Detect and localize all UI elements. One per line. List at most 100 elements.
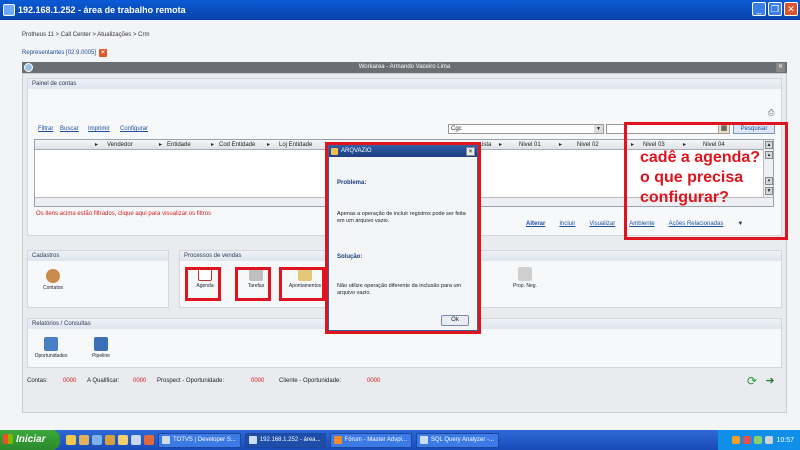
- start-label: Iniciar: [16, 434, 46, 445]
- taskbar-item[interactable]: Fórum - Master Advpl...: [329, 432, 412, 448]
- quick-launch-icon[interactable]: [92, 435, 102, 445]
- column-header[interactable]: ▸: [559, 140, 562, 150]
- contas-label: Contas:: [27, 378, 48, 384]
- qualificar-label: A Qualificar:: [87, 378, 120, 384]
- quick-launch: [66, 435, 154, 445]
- quick-launch-icon[interactable]: [105, 435, 115, 445]
- column-header[interactable]: Loj Entidade: [279, 140, 312, 150]
- annotation-text: cadê a agenda? o que precisa configurar?: [640, 148, 788, 208]
- include-link[interactable]: Incluir: [559, 221, 575, 227]
- annotation-line: cadê a agenda?: [640, 149, 761, 166]
- tray-icon[interactable]: [743, 436, 752, 444]
- filter-note[interactable]: Os itens acima estão filtrados, clique a…: [36, 211, 211, 217]
- dialog-titlebar: ARQVAZIO ✕: [329, 146, 477, 157]
- taskbar-item[interactable]: SQL Query Analyzer -...: [415, 432, 500, 448]
- print-icon[interactable]: ⎙: [768, 108, 774, 118]
- close-icon[interactable]: ✕: [466, 147, 475, 156]
- close-workarea-icon[interactable]: ✕: [776, 63, 785, 72]
- view-link[interactable]: Visualizar: [589, 221, 615, 227]
- remote-desktop-icon: [248, 435, 257, 444]
- close-window-button[interactable]: ✕: [784, 2, 798, 16]
- contas-value: 0000: [63, 378, 77, 384]
- clock: 10:57: [776, 436, 794, 444]
- opportunities-button[interactable]: Oportunidades: [30, 337, 72, 359]
- minimize-button[interactable]: _: [752, 2, 766, 16]
- totvs-icon: [162, 435, 170, 444]
- column-header[interactable]: Nivel 02: [577, 140, 599, 150]
- refresh-icon[interactable]: ⟳: [745, 374, 759, 388]
- annotation-line: o que precisa: [640, 169, 744, 186]
- cliente-value: 0000: [367, 378, 381, 384]
- problem-label: Problema:: [337, 180, 367, 186]
- qualificar-value: 0000: [133, 378, 147, 384]
- annotation-line: configurar?: [640, 189, 729, 206]
- opportunities-label: Oportunidades: [34, 353, 68, 359]
- pipeline-label: Pipeline: [92, 353, 110, 359]
- search-key-value: Cgc: [451, 126, 462, 132]
- close-tab-icon[interactable]: ✕: [99, 49, 108, 57]
- search-key-select[interactable]: Cgc ▼: [448, 124, 604, 134]
- contacts-button[interactable]: Contatos: [32, 269, 74, 291]
- proposal-button[interactable]: Prop. Neg.: [504, 267, 546, 289]
- taskbar-item-label: Fórum - Master Advpl...: [344, 436, 407, 443]
- cadastros-panel: Cadastros Contatos: [27, 250, 169, 308]
- system-tray: 10:57: [718, 430, 800, 450]
- workarea-title-bar: Workarea - Armando Vaceiro Lima ✕: [22, 62, 787, 73]
- cliente-label: Cliente - Oportunidade:: [279, 378, 342, 384]
- panel-title: Processos de vendas: [180, 251, 781, 261]
- column-header[interactable]: Vendedor: [107, 140, 133, 150]
- taskbar-item[interactable]: TOTVS | Developer S...: [158, 432, 241, 448]
- search-link[interactable]: Buscar: [60, 126, 79, 132]
- tab-representantes[interactable]: Representantes [02.9.0005] ✕: [22, 49, 108, 57]
- opportunities-icon: [44, 337, 58, 351]
- tray-icon[interactable]: [732, 436, 741, 444]
- panel-title: Painel de contas: [28, 79, 781, 89]
- proposal-label: Prop. Neg.: [513, 283, 537, 289]
- column-header[interactable]: ▸: [95, 140, 98, 150]
- highlight-apontamentos: [279, 267, 325, 301]
- panel-title: Cadastros: [28, 251, 168, 261]
- column-header[interactable]: Cod Entidade: [219, 140, 255, 150]
- column-header[interactable]: ▸: [211, 140, 214, 150]
- contacts-icon: [46, 269, 60, 283]
- column-header[interactable]: Entidade: [167, 140, 191, 150]
- column-header[interactable]: ▸: [499, 140, 502, 150]
- column-header[interactable]: ▸: [267, 140, 270, 150]
- remote-desktop-icon: [3, 4, 15, 16]
- print-link[interactable]: Imprimir: [88, 126, 110, 132]
- filter-link[interactable]: Filtrar: [38, 126, 53, 132]
- column-header[interactable]: ▸: [159, 140, 162, 150]
- tray-icon[interactable]: [754, 436, 763, 444]
- sql-analyzer-icon: [419, 435, 428, 444]
- exit-icon[interactable]: ➜: [763, 374, 777, 388]
- prospect-label: Prospect - Oportunidade:: [157, 378, 225, 384]
- dialog-icon: [331, 148, 338, 155]
- firefox-icon: [333, 435, 342, 444]
- taskbar-item-label: 192.168.1.252 - área...: [259, 436, 321, 443]
- column-header[interactable]: ...ista: [477, 140, 491, 150]
- quick-launch-icon[interactable]: [144, 435, 154, 445]
- chevron-down-icon[interactable]: ▼: [594, 125, 603, 133]
- taskbar: Iniciar TOTVS | Developer S... 192.168.1…: [0, 430, 800, 450]
- pipeline-button[interactable]: Pipeline: [80, 337, 122, 359]
- remote-desktop-title: 192.168.1.252 - área de trabalho remota: [18, 5, 186, 15]
- pipeline-icon: [94, 337, 108, 351]
- ok-button[interactable]: Ok: [441, 315, 469, 326]
- dialog-title: ARQVAZIO: [341, 148, 372, 154]
- error-dialog: ARQVAZIO ✕ Problema: Apenas a operação d…: [328, 145, 478, 331]
- tab-label: Representantes [02.9.0005]: [22, 50, 97, 56]
- quick-launch-icon[interactable]: [131, 435, 141, 445]
- start-button[interactable]: Iniciar: [0, 430, 60, 450]
- alter-link[interactable]: Alterar: [526, 221, 545, 227]
- volume-icon[interactable]: [765, 436, 774, 444]
- taskbar-item-label: SQL Query Analyzer -...: [430, 436, 495, 443]
- quick-launch-icon[interactable]: [118, 435, 128, 445]
- prospect-value: 0000: [251, 378, 265, 384]
- quick-launch-icon[interactable]: [79, 435, 89, 445]
- column-header[interactable]: Nivel 01: [519, 140, 541, 150]
- taskbar-item-label: TOTVS | Developer S...: [173, 436, 236, 443]
- restore-button[interactable]: ❐: [768, 2, 782, 16]
- quick-launch-icon[interactable]: [66, 435, 76, 445]
- taskbar-item[interactable]: 192.168.1.252 - área...: [244, 432, 326, 448]
- configure-link[interactable]: Configurar: [120, 126, 148, 132]
